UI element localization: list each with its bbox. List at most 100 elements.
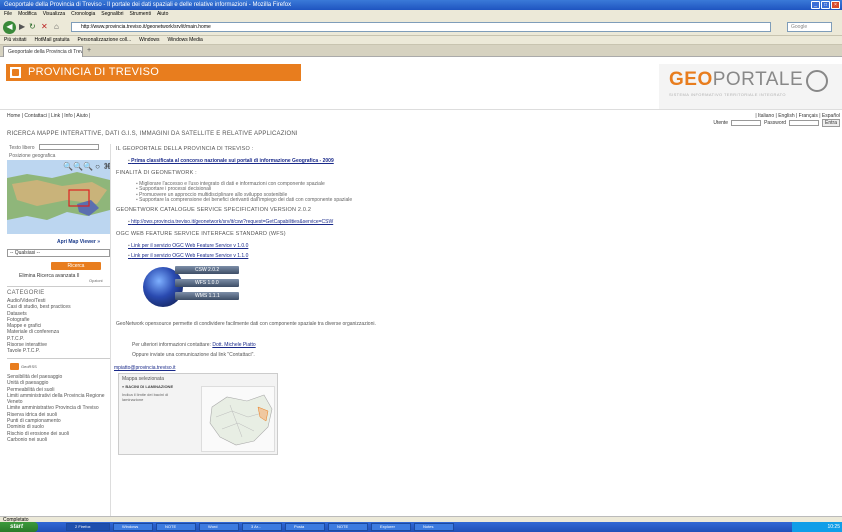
- window-title: Geoportale della Provincia di Treviso - …: [4, 2, 292, 8]
- featured-map-thumbnail[interactable]: [201, 386, 275, 452]
- award-link[interactable]: Prima classificata al concorso nazionale…: [128, 158, 334, 164]
- main-content: IL GEOPORTALE DELLA PROVINCIA DI TREVISO…: [113, 144, 833, 514]
- georss-item[interactable]: Carbonio nei suoli: [7, 437, 110, 443]
- menu-help[interactable]: Aiuto: [157, 10, 168, 18]
- pan-icon[interactable]: ○: [93, 162, 102, 171]
- maximize-button[interactable]: □: [821, 1, 830, 9]
- clock: 10:25: [827, 524, 840, 530]
- window-controls: _ □ ×: [811, 1, 840, 9]
- username-field[interactable]: [731, 120, 762, 126]
- menu-tools[interactable]: Strumenti: [130, 10, 151, 18]
- email-link[interactable]: mpiatto@provincia.treviso.it: [114, 365, 176, 371]
- menu-history[interactable]: Cronologia: [71, 10, 95, 18]
- search-links[interactable]: Elimina Ricerca avanzata Il: [19, 273, 79, 279]
- address-bar[interactable]: http://www.provincia.treviso.it/geonetwo…: [71, 22, 771, 32]
- section-heading: RICERCA MAPPE INTERATTIVE, DATI G.I.S, I…: [7, 131, 298, 137]
- intro-title: IL GEOPORTALE DELLA PROVINCIA DI TREVISO…: [116, 146, 254, 152]
- csw-link[interactable]: http://ows.provincia.treviso.it/geonetwo…: [128, 219, 333, 225]
- goal-item: Supportare la comprensione dei benefici …: [136, 197, 352, 203]
- minimize-button[interactable]: _: [811, 1, 820, 9]
- province-title: PROVINCIA DI TREVISO: [28, 66, 160, 78]
- zoom-extent-icon[interactable]: 🔍: [83, 162, 93, 171]
- taskbar-button[interactable]: Posta: [285, 523, 325, 531]
- taskbar-button[interactable]: NOTE: [156, 523, 196, 531]
- wms-badge: WMS 1.1.1: [175, 292, 239, 300]
- georss-item[interactable]: Limiti amministrativi della Provincia Re…: [7, 393, 110, 406]
- navigation-toolbar: ◀ ▶ ↻ ✕ ⌂ http://www.provincia.treviso.i…: [0, 18, 842, 36]
- home-icon[interactable]: ⌂: [54, 23, 59, 31]
- start-button[interactable]: start: [0, 522, 38, 532]
- taskbar-button[interactable]: 3 Ar...: [242, 523, 282, 531]
- globe-logo-icon: [806, 70, 828, 92]
- map-tools: 🔍 🔍 🔍 ○ ⌘: [63, 162, 110, 171]
- featured-map-box: Mappa selezionata » BACINI DI LAMINAZION…: [118, 373, 278, 455]
- menu-edit[interactable]: Modifica: [18, 10, 37, 18]
- close-button[interactable]: ×: [831, 1, 840, 9]
- search-input[interactable]: Google: [787, 22, 832, 32]
- taskbar-button[interactable]: Word: [199, 523, 239, 531]
- taskbar-button[interactable]: Windows: [113, 523, 153, 531]
- forward-arrow-icon[interactable]: ▶: [19, 23, 25, 31]
- new-tab-button[interactable]: +: [87, 47, 91, 54]
- tab-geoportale[interactable]: Geoportale della Provincia di Trevis...: [3, 46, 83, 57]
- password-field[interactable]: [789, 120, 820, 126]
- web-page: PROVINCIA DI TREVISO GEOPORTALE SISTEMA …: [0, 57, 842, 516]
- clear-selection-icon[interactable]: ⌘: [103, 162, 111, 171]
- geoportale-subtitle: SISTEMA INFORMATIVO TERRITORIALE INTEGRA…: [669, 92, 786, 97]
- rss-icon[interactable]: [10, 363, 19, 370]
- geonetwork-description: GeoNetwork opensource permette di condiv…: [116, 321, 376, 327]
- georss-item[interactable]: Limite amministrativo Provincia di Trevi…: [7, 405, 110, 411]
- options-link[interactable]: Opzioni: [89, 278, 103, 283]
- bookmark-item[interactable]: Windows: [139, 36, 159, 44]
- zoom-in-icon[interactable]: 🔍: [63, 162, 73, 171]
- taskbar-button[interactable]: Notes: [414, 523, 454, 531]
- categories-list: Audio/Video/Testi Casi di studio, best p…: [7, 298, 71, 355]
- bookmark-item[interactable]: Più visitati: [4, 36, 27, 44]
- login-button[interactable]: Entra: [822, 119, 840, 127]
- geoportale-title: GEOPORTALE: [669, 69, 804, 90]
- georss-list: Sensibilità del paesaggio Unità di paesa…: [7, 374, 110, 443]
- overview-map-graphic: [7, 160, 110, 234]
- stop-icon[interactable]: ✕: [41, 23, 48, 31]
- bookmark-item[interactable]: Personalizzazione coll...: [78, 36, 132, 44]
- back-arrow-icon[interactable]: ◀: [3, 21, 16, 34]
- georss-label: GeoRSS: [21, 364, 37, 369]
- bookmark-item[interactable]: Windows Media: [167, 36, 202, 44]
- category-item[interactable]: Casi di studio, best practices: [7, 304, 71, 310]
- window-titlebar: Geoportale della Provincia di Treviso - …: [0, 0, 842, 10]
- menu-view[interactable]: Visualizza: [43, 10, 65, 18]
- province-banner: PROVINCIA DI TREVISO: [6, 64, 301, 81]
- overview-map[interactable]: 🔍 🔍 🔍 ○ ⌘: [7, 160, 110, 234]
- csw-title: GEONETWORK CATALOGUE SERVICE SPECIFICATI…: [116, 207, 312, 213]
- bookmark-item[interactable]: HotMail gratuita: [35, 36, 70, 44]
- contact-line-2: Oppure inviate una comunicazione dal lin…: [132, 352, 255, 358]
- goals-title: FINALITÀ DI GEONETWORK :: [116, 170, 197, 176]
- menu-file[interactable]: File: [4, 10, 12, 18]
- free-text-input[interactable]: [39, 144, 99, 150]
- wfs-link-100[interactable]: Link per il servizio OGC Web Feature Ser…: [128, 243, 248, 249]
- bookmarks-toolbar: Più visitati HotMail gratuita Personaliz…: [0, 36, 842, 45]
- contact-name-link[interactable]: Dott. Michele Piatto: [212, 342, 255, 348]
- featured-map-name[interactable]: » BACINI DI LAMINAZIONE: [122, 384, 173, 389]
- reload-icon[interactable]: ↻: [29, 23, 36, 31]
- taskbar-button[interactable]: Explorer: [371, 523, 411, 531]
- geoportale-logo: GEOPORTALE SISTEMA INFORMATIVO TERRITORI…: [659, 64, 842, 109]
- open-map-viewer-link[interactable]: Apri Map Viewer »: [57, 239, 100, 245]
- wfs-link-110[interactable]: Link per il servizio OGC Web Feature Ser…: [128, 253, 248, 259]
- search-button[interactable]: Ricerca: [51, 262, 101, 270]
- divider: [7, 358, 110, 359]
- menu-bookmarks[interactable]: Segnalibri: [101, 10, 123, 18]
- zoom-out-icon[interactable]: 🔍: [73, 162, 83, 171]
- featured-map-desc: Indica il limite dei bacini di laminazio…: [122, 392, 169, 402]
- geo-position-label: Posizione geografica: [9, 153, 56, 159]
- login-form: Utente Password Entra: [713, 119, 840, 127]
- region-select[interactable]: -- Qualsiasi --: [7, 249, 110, 257]
- top-navigation[interactable]: Home | Contattaci | Link | Info | Aiuto …: [7, 113, 90, 119]
- divider: [7, 286, 110, 287]
- taskbar-button[interactable]: 2 Firefox: [66, 523, 110, 531]
- category-item[interactable]: Tavole P.T.C.P.: [7, 348, 71, 354]
- goals-list: Migliorare l'accesso e l'uso integrato d…: [136, 181, 352, 203]
- taskbar-button[interactable]: NOTE: [328, 523, 368, 531]
- csw-badge: CSW 2.0.2: [175, 266, 239, 274]
- categories-title: CATEGORIE: [7, 290, 45, 296]
